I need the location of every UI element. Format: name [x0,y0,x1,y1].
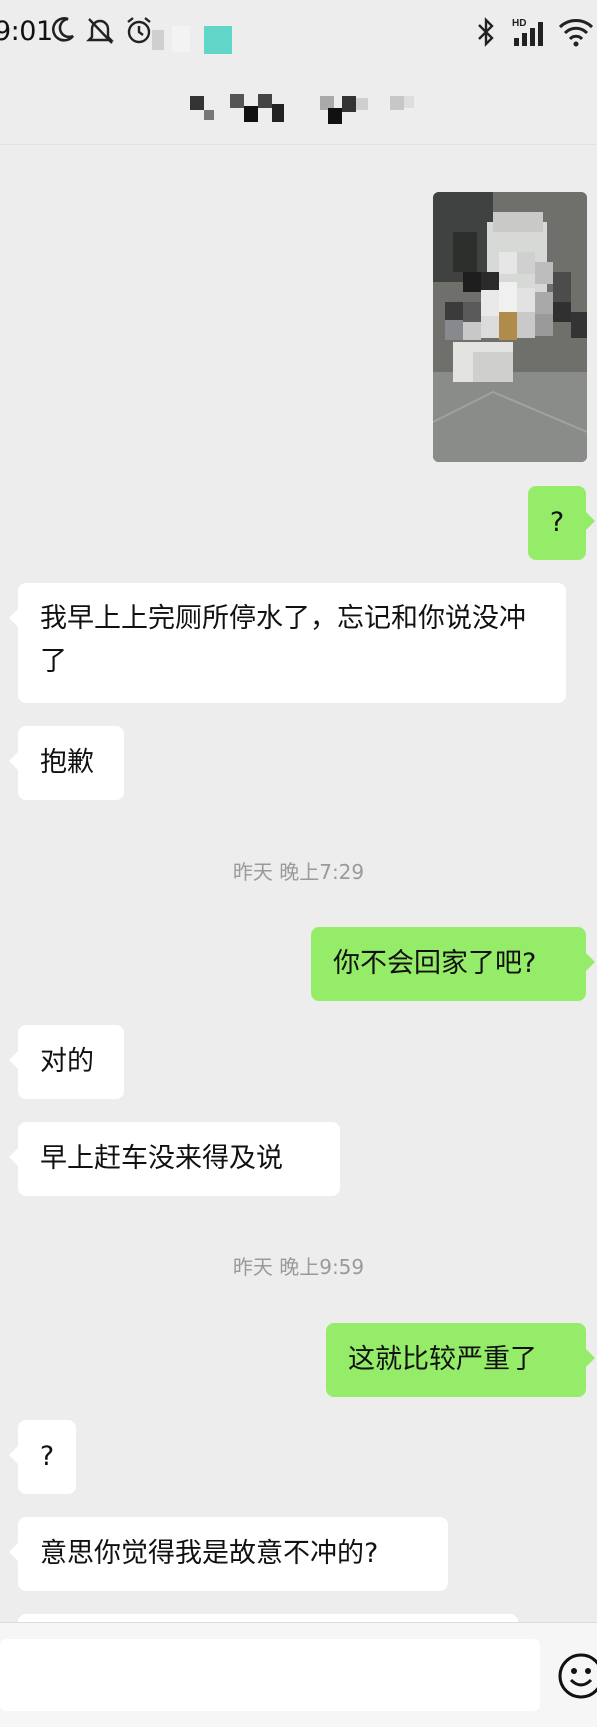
timestamp: 昨天 晚上7:29 [232,860,365,884]
message-bubble-self[interactable]: ? [528,486,595,560]
bluetooth-icon [478,17,494,47]
message-text: 意思你觉得我是故意不冲的? [40,1538,379,1569]
header-divider [0,144,597,145]
wifi-icon [558,19,594,47]
moon-icon [51,17,75,42]
message-text: ? [39,1441,55,1472]
alarm-icon [127,17,151,44]
message-text: 这就比较严重了 [348,1344,537,1375]
timestamp: 昨天 晚上9:59 [232,1255,365,1279]
emoji-icon[interactable] [556,1651,597,1701]
message-text: 早上赶车没来得及说 [40,1143,283,1174]
message-bubble-other[interactable]: 意思你觉得我是故意不冲的? [9,1517,448,1591]
blurred-status-icon [172,26,190,52]
message-bubble-other[interactable]: 早上赶车没来得及说 [9,1122,340,1196]
svg-text:HD: HD [512,18,526,29]
hd-signal-icon: HD [512,18,543,46]
blurred-status-icon [152,30,164,50]
message-text: ? [549,507,565,538]
input-bar [0,1622,597,1727]
image-message[interactable] [433,192,587,462]
message-bubble-other[interactable]: 抱歉 [9,726,124,800]
message-bubble-self[interactable]: 这就比较严重了 [326,1323,595,1397]
message-input[interactable] [0,1639,540,1711]
chat-title-blurred[interactable] [190,94,430,126]
message-bubble-other[interactable]: ? [9,1420,76,1494]
message-text: 抱歉 [40,747,94,778]
bell-off-icon [86,18,114,44]
message-text: 你不会回家了吧? [333,948,537,979]
status-bar: 9:01 HD [0,0,597,72]
message-text: 我早上上完厕所停水了，忘记和你说没冲了 [40,603,526,678]
message-text: 对的 [40,1046,94,1077]
blurred-photo [433,192,587,462]
message-bubble-other[interactable]: 对的 [9,1025,124,1099]
blurred-status-icon [204,26,232,54]
message-bubble-self[interactable]: 你不会回家了吧? [311,927,595,1001]
status-time: 9:01 [0,16,53,47]
message-bubble-other[interactable]: 我早上上完厕所停水了，忘记和你说没冲了 [9,583,566,703]
